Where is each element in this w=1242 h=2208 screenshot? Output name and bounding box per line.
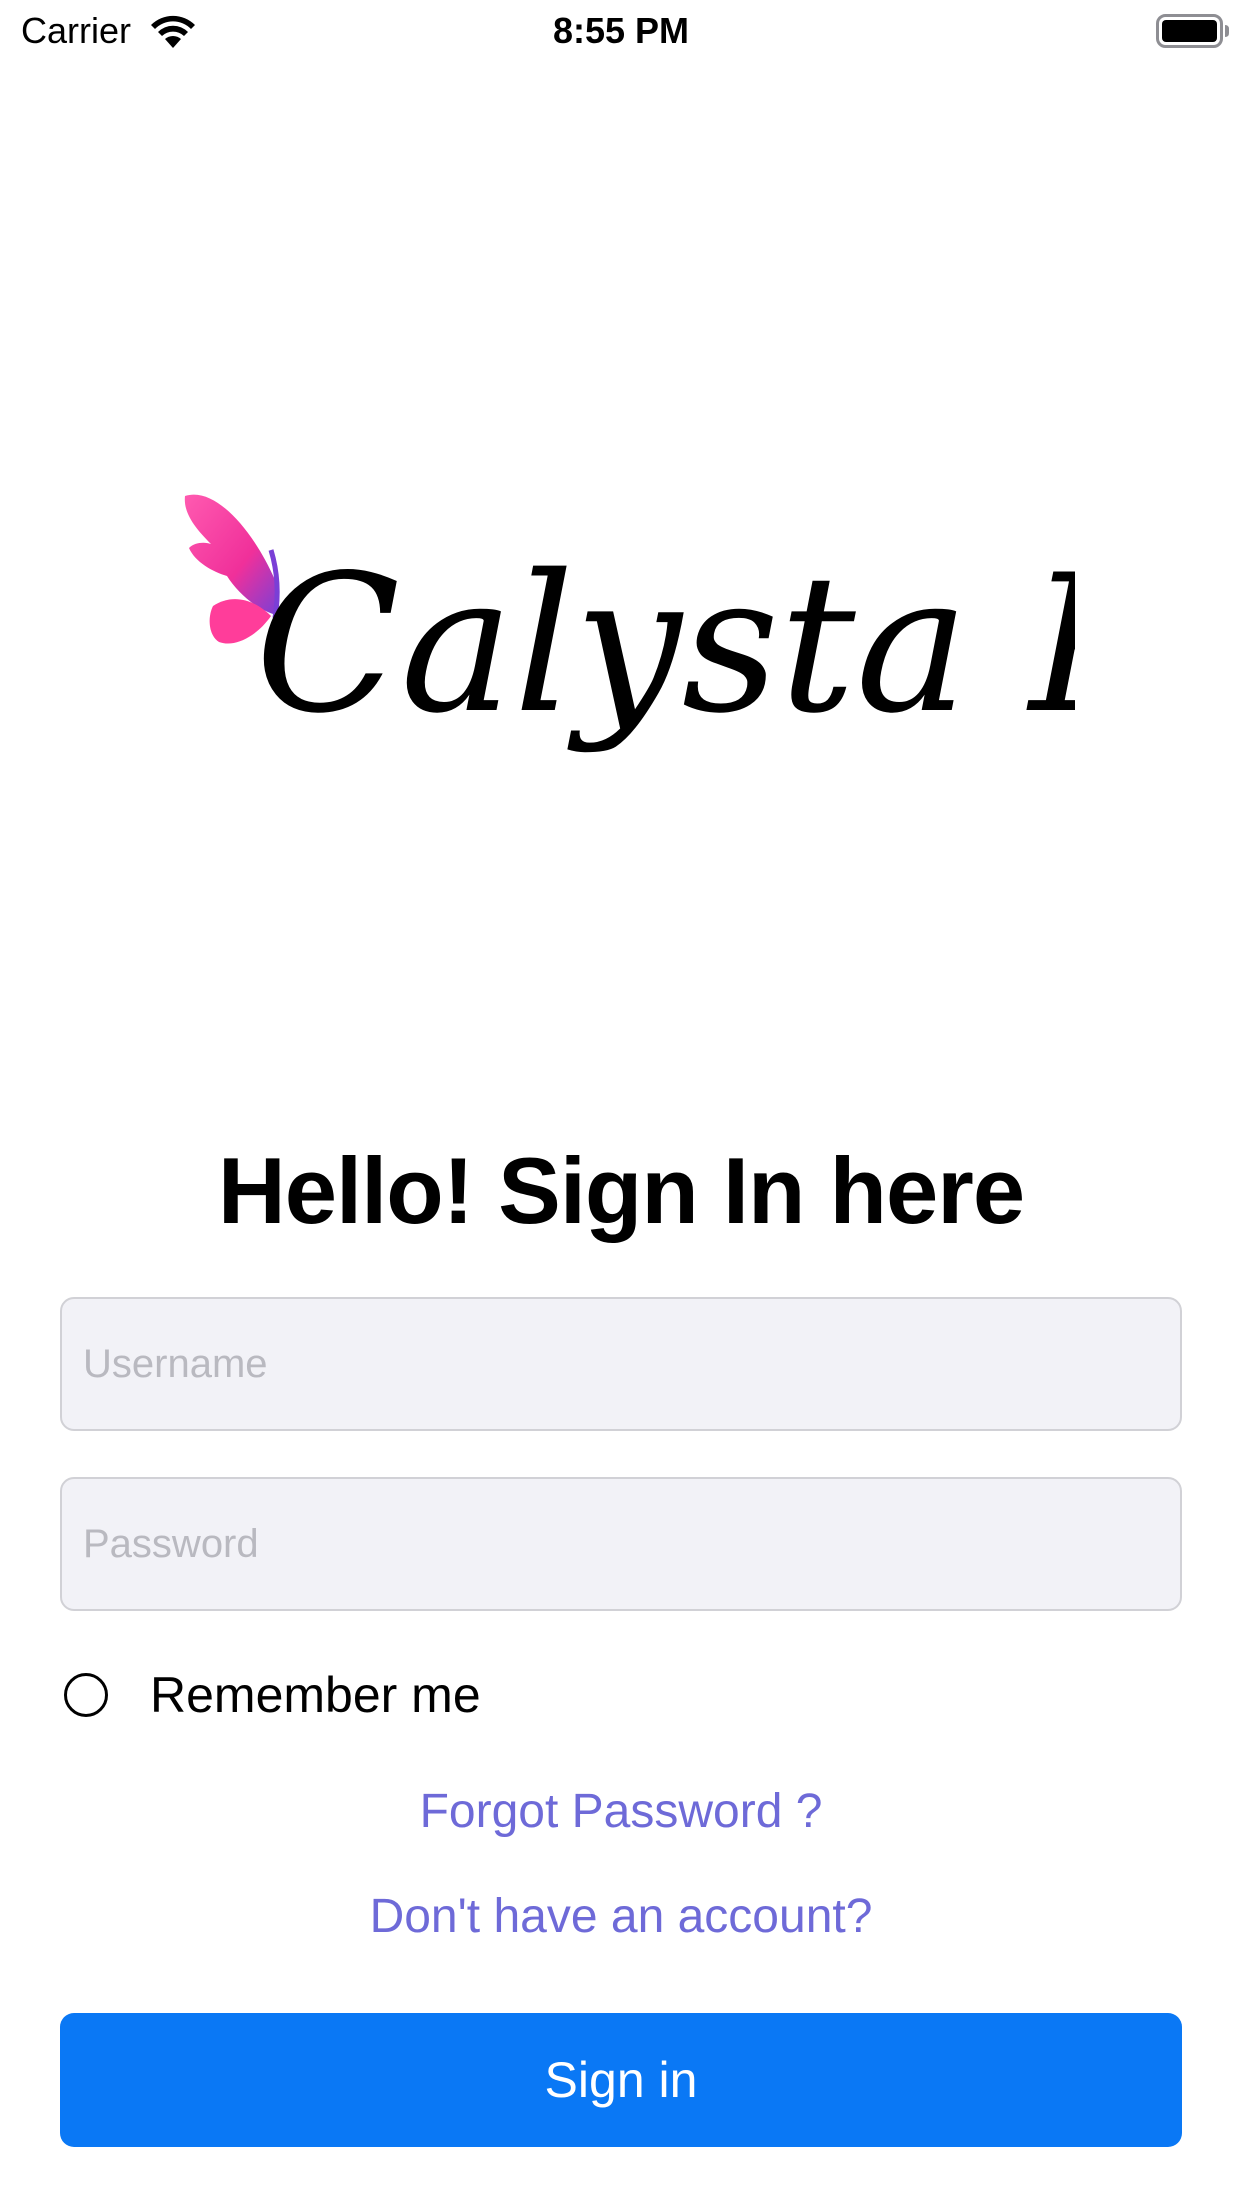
logo-text: Calysta Pro [255, 534, 1075, 755]
remember-me-option[interactable]: Remember me [64, 1667, 481, 1723]
username-input[interactable] [60, 1297, 1182, 1431]
forgot-password-link[interactable]: Forgot Password ? [0, 1783, 1242, 1841]
battery-icon [1156, 14, 1229, 48]
sign-up-link[interactable]: Don't have an account? [0, 1888, 1242, 1946]
password-input[interactable] [60, 1477, 1182, 1611]
sign-in-button[interactable]: Sign in [60, 2013, 1182, 2147]
status-time: 8:55 PM [552, 10, 690, 51]
page-title: Hello! Sign In here [217, 1138, 1025, 1243]
status-bar: Carrier 8:55 PM [0, 0, 1242, 62]
login-screen: Carrier 8:55 PM Calysta Pro H [0, 0, 1242, 2208]
radio-circle-icon[interactable] [64, 1673, 108, 1717]
app-logo: Calysta Pro [184, 494, 1075, 755]
remember-me-label: Remember me [150, 1667, 481, 1723]
